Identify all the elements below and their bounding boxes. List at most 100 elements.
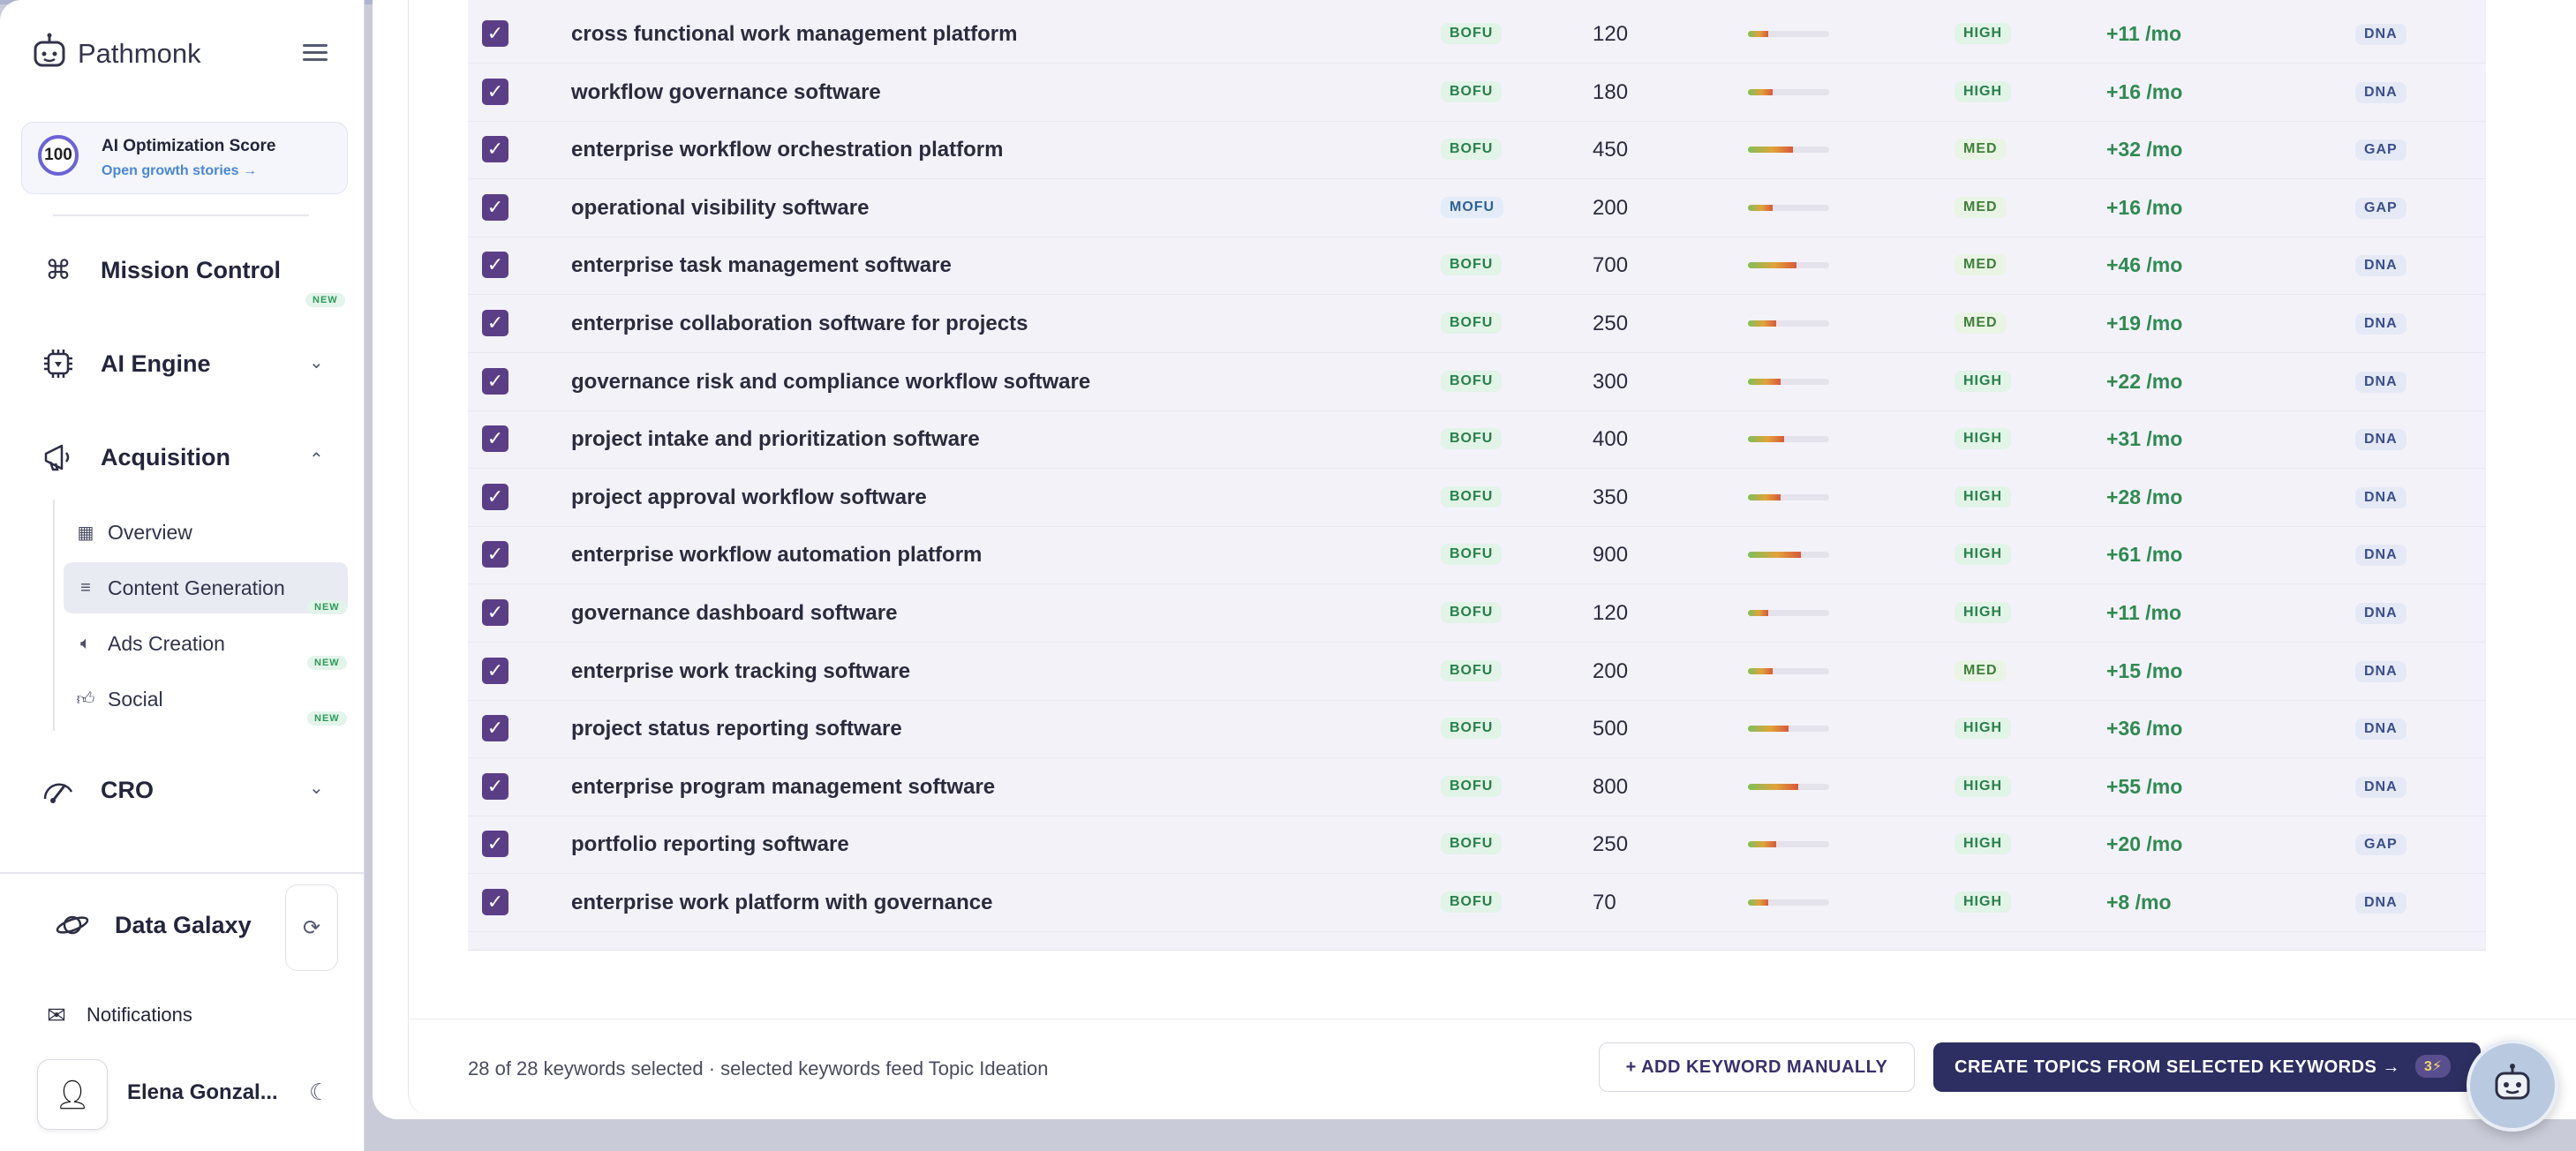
nav-ai-engine[interactable]: AI Engine — [41, 346, 211, 381]
stage-badge: BOFU — [1441, 23, 1503, 44]
table-row[interactable]: ✓ operational visibility software MOFU 200 M… — [468, 179, 2486, 237]
table-row[interactable]: ✓ project status reporting software BOFU 50… — [468, 700, 2486, 759]
table-row[interactable]: ✓ enterprise work tracking software BOFU 20… — [468, 643, 2486, 701]
table-row[interactable]: ✓ enterprise collaboration software for p… — [468, 295, 2486, 353]
volume-value: 700 — [1593, 253, 1629, 278]
traffic-estimate: +11 /mo — [2106, 601, 2182, 624]
megaphone-icon — [41, 440, 76, 475]
table-row[interactable]: ✓ governance risk and compliance workflow… — [468, 353, 2486, 411]
divider — [53, 214, 309, 216]
new-badge: NEW — [307, 656, 347, 670]
row-checkbox[interactable]: ✓ — [482, 310, 508, 336]
traffic-estimate: +22 /mo — [2106, 369, 2183, 393]
score-title: AI Optimization Score — [102, 137, 276, 155]
app-logo[interactable]: Pathmonk — [30, 32, 201, 75]
row-checkbox[interactable]: ✓ — [482, 20, 508, 47]
row-checkbox[interactable]: ✓ — [482, 831, 508, 858]
source-badge: DNA — [2355, 81, 2407, 103]
row-checkbox[interactable]: ✓ — [482, 889, 508, 915]
keyword-text: portfolio reporting software — [571, 832, 849, 857]
difficulty-bar — [1748, 31, 1829, 37]
chevron-down-icon[interactable]: ⌄ — [309, 351, 324, 373]
volume-value: 250 — [1593, 312, 1629, 335]
chevron-down-icon[interactable]: ⌄ — [309, 777, 324, 799]
source-badge: DNA — [2355, 24, 2407, 45]
keyword-text: project status reporting software — [571, 717, 902, 741]
table-row[interactable]: ✓ enterprise program management software B… — [468, 758, 2486, 816]
table-row[interactable]: ✓ enterprise workflow orchestration platf… — [468, 121, 2486, 180]
stage-badge: BOFU — [1441, 891, 1503, 913]
difficulty-bar-fill — [1748, 436, 1785, 443]
user-name[interactable]: Elena Gonzal... — [127, 1080, 278, 1105]
add-keyword-button[interactable]: + ADD KEYWORD MANUALLY — [1599, 1042, 1915, 1092]
avatar[interactable]: 👤︎ — [37, 1059, 108, 1130]
row-checkbox[interactable]: ✓ — [482, 483, 508, 510]
nav-acquisition[interactable]: Acquisition — [41, 440, 230, 475]
robot-logo-icon — [30, 32, 69, 75]
stage-badge: BOFU — [1441, 485, 1503, 508]
row-checkbox[interactable]: ✓ — [482, 136, 508, 163]
nav-cro[interactable]: CRO — [41, 772, 154, 808]
keyword-text: project approval workflow software — [571, 485, 927, 509]
keyword-text: enterprise work platform with governance — [571, 891, 993, 914]
subnav-ads-creation[interactable]: 🔈︎ Ads Creation — [64, 618, 348, 669]
source-badge: DNA — [2355, 313, 2407, 335]
nav-notifications[interactable]: ✉ Notifications — [39, 997, 192, 1033]
table-row[interactable]: ✓ workflow governance software BOFU 180 HIGH… — [468, 64, 2486, 122]
row-checkbox[interactable]: ✓ — [482, 78, 508, 105]
traffic-estimate: +19 /mo — [2106, 312, 2183, 335]
difficulty-bar — [1748, 88, 1829, 95]
refresh-icon: ⟳ — [302, 915, 321, 940]
robot-icon — [2489, 1061, 2535, 1111]
score-ring: 100 — [38, 135, 79, 176]
keyword-text: operational visibility software — [571, 195, 870, 220]
subnav-social[interactable]: 👍︎ Social — [64, 673, 348, 725]
nav-mission-control[interactable]: ⌘ Mission Control — [41, 252, 281, 288]
subnav-content-generation[interactable]: ≡ Content Generation — [64, 562, 348, 613]
row-checkbox[interactable]: ✓ — [482, 657, 508, 684]
table-row[interactable]: ✓ cross functional work management platfo… — [468, 5, 2486, 64]
ai-score-card[interactable]: 100 AI Optimization Score Open growth st… — [21, 122, 348, 194]
table-row[interactable]: ✓ portfolio reporting software BOFU 250 HIGH… — [468, 816, 2486, 875]
difficulty-bar — [1748, 667, 1829, 674]
source-badge: DNA — [2355, 255, 2407, 277]
row-checkbox[interactable]: ✓ — [482, 541, 508, 568]
source-badge: GAP — [2355, 139, 2407, 162]
refresh-button[interactable]: ⟳ — [285, 884, 338, 971]
stage-badge: MOFU — [1441, 196, 1504, 218]
volume-value: 180 — [1593, 79, 1629, 104]
stage-badge: BOFU — [1441, 659, 1503, 681]
difficulty-bar — [1748, 493, 1829, 500]
priority-badge: HIGH — [1955, 833, 2011, 855]
keyword-text: enterprise work tracking software — [571, 658, 911, 683]
open-growth-stories-link[interactable]: Open growth stories → — [102, 163, 257, 179]
traffic-estimate: +16 /mo — [2106, 79, 2183, 103]
row-checkbox[interactable]: ✓ — [482, 425, 508, 453]
nav-data-galaxy[interactable]: Data Galaxy — [55, 907, 252, 943]
menu-icon[interactable] — [303, 44, 328, 62]
source-badge: DNA — [2355, 486, 2407, 508]
row-checkbox[interactable]: ✓ — [482, 367, 508, 395]
row-checkbox[interactable]: ✓ — [482, 193, 508, 221]
difficulty-bar-fill — [1748, 320, 1777, 327]
table-row[interactable]: ✓ governance dashboard software BOFU 120 HIG… — [468, 584, 2486, 643]
table-row[interactable]: ✓ project intake and prioritization softw… — [468, 410, 2486, 470]
chevron-up-icon[interactable]: ⌃ — [309, 448, 324, 470]
difficulty-bar — [1748, 378, 1829, 385]
table-row[interactable]: ✓ enterprise work platform with governanc… — [468, 874, 2486, 932]
difficulty-bar — [1748, 610, 1829, 616]
row-checkbox[interactable]: ✓ — [482, 772, 508, 800]
subnav-overview[interactable]: ▦ Overview — [64, 507, 348, 558]
table-row[interactable]: ✓ enterprise task management software BOFU… — [468, 237, 2486, 296]
create-topics-button[interactable]: CREATE TOPICS FROM SELECTED KEYWORDS → — [1933, 1042, 2481, 1092]
table-row[interactable]: ✓ project approval workflow software BOFU 3… — [468, 469, 2486, 527]
priority-badge: HIGH — [1955, 544, 2011, 566]
volume-value: 800 — [1593, 774, 1629, 799]
difficulty-bar-fill — [1748, 783, 1799, 790]
row-checkbox[interactable]: ✓ — [482, 715, 508, 742]
row-checkbox[interactable]: ✓ — [482, 599, 508, 626]
dark-mode-icon[interactable]: ☾ — [309, 1079, 329, 1106]
table-row[interactable]: ✓ enterprise workflow automation platform… — [468, 526, 2486, 585]
row-checkbox[interactable]: ✓ — [482, 252, 508, 279]
assistant-bot-button[interactable] — [2467, 1040, 2558, 1132]
